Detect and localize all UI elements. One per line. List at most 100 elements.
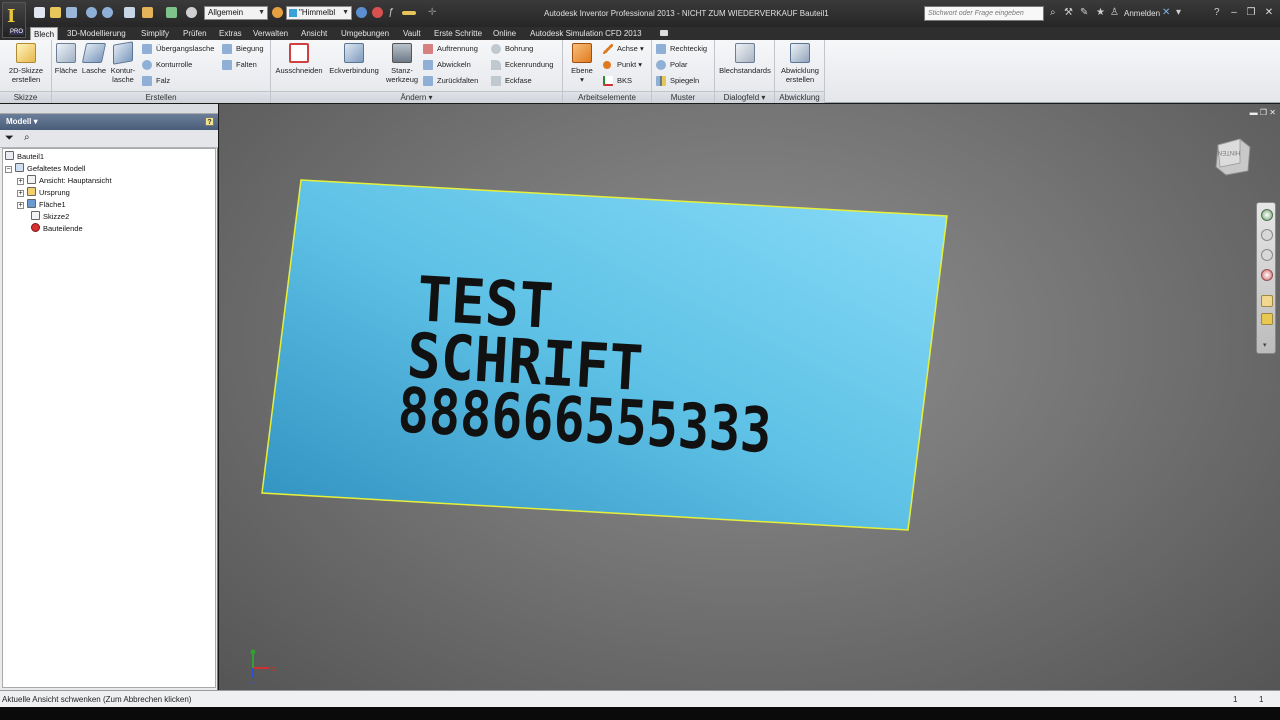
create-2d-sketch-button[interactable]: 2D-Skizze erstellen <box>4 43 48 84</box>
viewcube[interactable]: HINTEN <box>1214 137 1254 177</box>
favorites-star-icon[interactable]: ★ <box>1096 8 1105 18</box>
sign-in-link[interactable]: Anmelden <box>1124 9 1160 18</box>
ausschneiden-button[interactable]: Ausschneiden <box>273 43 325 75</box>
help-icon[interactable]: ? <box>1214 8 1220 18</box>
tree-item-flaeche1[interactable]: + Fläche1 <box>17 199 66 211</box>
steering-wheel-icon[interactable] <box>1261 209 1273 221</box>
ebene-button[interactable]: Ebene ▾ <box>567 43 597 84</box>
application-menu-button[interactable]: I PRO <box>2 2 26 38</box>
tab-umgebungen[interactable]: Umgebungen <box>338 27 392 40</box>
achse-button[interactable]: Achse ▾ <box>603 42 644 56</box>
material-icon[interactable] <box>272 7 283 18</box>
stanzwerkzeug-button[interactable]: Stanz- werkzeug <box>383 43 421 84</box>
lasche-button[interactable]: Lasche <box>80 43 108 75</box>
print-icon[interactable] <box>124 7 135 18</box>
filter-icon[interactable]: ⏷ <box>5 132 14 145</box>
sheet-metal-plate[interactable]: TEST SCHRIFT 888666555333 <box>219 104 1280 690</box>
konturlasche-button[interactable]: Kontur- lasche <box>108 41 138 84</box>
flat-pattern-icon <box>790 43 810 63</box>
tab-verwalten[interactable]: Verwalten <box>250 27 291 40</box>
new-file-icon[interactable] <box>34 7 45 18</box>
eckenrundung-button[interactable]: Eckenrundung <box>491 58 553 72</box>
chevron-down-icon[interactable]: ▾ <box>1263 341 1267 349</box>
uebergangslasche-button[interactable]: Übergangslasche <box>142 42 214 56</box>
open-file-icon[interactable] <box>50 7 61 18</box>
update-icon[interactable] <box>166 7 177 18</box>
search-input[interactable]: Stichwort oder Frage eingeben <box>924 6 1044 21</box>
panel-title-dialogfeld[interactable]: Dialogfeld ▾ <box>715 91 774 103</box>
maximize-icon[interactable]: ❐ <box>1243 6 1259 20</box>
auftrennung-button[interactable]: Auftrennung <box>423 42 478 56</box>
pan-icon[interactable] <box>1261 229 1273 241</box>
select-icon[interactable] <box>186 7 197 18</box>
user-icon[interactable]: ♙ <box>1110 8 1119 18</box>
zurueckfalten-button[interactable]: Zurückfalten <box>423 74 478 88</box>
chevron-down-icon[interactable]: ▾ <box>1176 8 1181 18</box>
look-at-icon[interactable] <box>1261 295 1273 307</box>
tree-item-ansicht[interactable]: + Ansicht: Hauptansicht <box>17 175 112 187</box>
tab-extras[interactable]: Extras <box>216 27 245 40</box>
style-select[interactable]: Allgemein ▼ <box>204 6 268 20</box>
quick-access-line-icon[interactable] <box>402 11 416 15</box>
browser-help-button[interactable]: ? <box>205 117 214 126</box>
eckfase-button[interactable]: Eckfase <box>491 74 532 88</box>
minimize-icon[interactable]: – <box>1226 6 1242 20</box>
appearance-select[interactable]: "Himmelbl ▼ <box>286 6 352 20</box>
konturrolle-button[interactable]: Konturrolle <box>142 58 192 72</box>
zoom-icon[interactable] <box>1261 249 1273 261</box>
abwicklung-erstellen-button[interactable]: Abwicklung erstellen <box>777 43 823 84</box>
crosshair-icon[interactable]: ✛ <box>428 8 436 18</box>
expand-toggle[interactable]: + <box>17 178 24 185</box>
tab-ansicht[interactable]: Ansicht <box>298 27 330 40</box>
tab-pruefen[interactable]: Prüfen <box>180 27 210 40</box>
help-tools-icon[interactable]: ✎ <box>1080 8 1088 18</box>
binoculars-icon[interactable]: ⌕ <box>24 132 30 143</box>
tree-item-skizze2[interactable]: Skizze2 <box>31 211 69 223</box>
redo-icon[interactable] <box>102 7 113 18</box>
clear-appearance-icon[interactable] <box>372 7 383 18</box>
tab-vault[interactable]: Vault <box>400 27 424 40</box>
close-icon[interactable]: ✕ <box>1261 6 1277 20</box>
polar-button[interactable]: Polar <box>656 58 688 72</box>
expand-toggle[interactable]: + <box>17 202 24 209</box>
tab-blech[interactable]: Blech <box>30 27 59 40</box>
falten-button[interactable]: Falten <box>222 58 257 72</box>
rechteckig-button[interactable]: Rechteckig <box>656 42 707 56</box>
tab-simplify[interactable]: Simplify <box>138 27 172 40</box>
tree-item-bauteil1[interactable]: Bauteil1 <box>5 151 44 163</box>
browser-resize-strip[interactable] <box>0 104 218 114</box>
falz-button[interactable]: Falz <box>142 74 170 88</box>
punkt-button[interactable]: Punkt ▾ <box>603 58 642 72</box>
expand-toggle[interactable]: + <box>17 190 24 197</box>
tab-simulation-cfd[interactable]: Autodesk Simulation CFD 2013 <box>527 27 645 40</box>
abwickeln-button[interactable]: Abwickeln <box>423 58 471 72</box>
full-navigation-wheel-icon[interactable] <box>1261 313 1273 325</box>
exchange-icon[interactable]: ✕ <box>1162 8 1170 18</box>
tree-item-ursprung[interactable]: + Ursprung <box>17 187 70 199</box>
eckverbindung-button[interactable]: Eckverbindung <box>327 43 381 75</box>
undo-icon[interactable] <box>86 7 97 18</box>
function-icon[interactable]: ƒ <box>388 8 394 18</box>
tab-online[interactable]: Online <box>490 27 519 40</box>
biegung-button[interactable]: Biegung <box>222 42 264 56</box>
bohrung-button[interactable]: Bohrung <box>491 42 533 56</box>
tree-item-bauteilende[interactable]: Bauteilende <box>31 223 83 235</box>
tools-icon[interactable]: ⚒ <box>1064 8 1073 18</box>
panel-title-aendern[interactable]: Ändern ▾ <box>271 91 562 103</box>
spiegeln-button[interactable]: Spiegeln <box>656 74 699 88</box>
properties-icon[interactable] <box>142 7 153 18</box>
ribbon-display-toggle-icon[interactable] <box>660 30 668 36</box>
tab-3d-modellierung[interactable]: 3D-Modellierung <box>64 27 129 40</box>
bks-button[interactable]: BKS <box>603 74 632 88</box>
adjust-icon[interactable] <box>356 7 367 18</box>
collapse-toggle[interactable]: − <box>5 166 12 173</box>
orbit-icon[interactable] <box>1261 269 1273 281</box>
browser-header[interactable]: Modell ▾ ? <box>0 114 218 130</box>
graphics-window[interactable]: ▬ ❐ ✕ TEST SCHRIFT 888666555333 HINTEN ▾… <box>219 104 1280 690</box>
flaeche-button[interactable]: Fläche <box>54 43 78 75</box>
tab-erste-schritte[interactable]: Erste Schritte <box>431 27 485 40</box>
save-icon[interactable] <box>66 7 77 18</box>
blechstandards-button[interactable]: Blechstandards <box>717 43 773 75</box>
binoculars-icon[interactable]: ⌕ <box>1050 8 1056 18</box>
tree-item-gefaltetes-modell[interactable]: − Gefaltetes Modell <box>5 163 85 175</box>
